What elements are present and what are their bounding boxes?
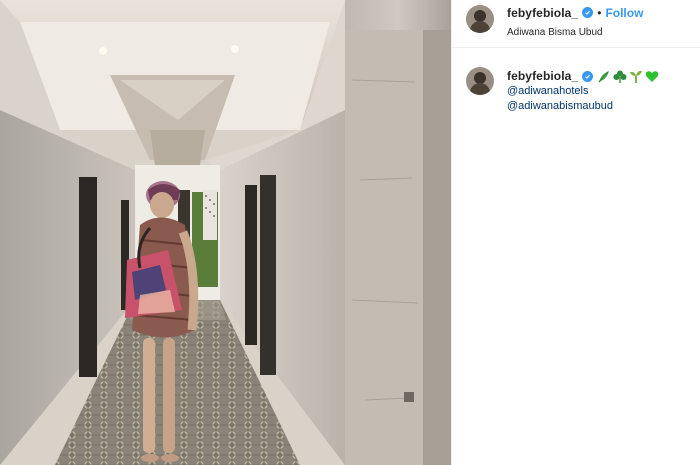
- follow-button[interactable]: Follow: [605, 6, 643, 20]
- green-heart-icon: [645, 71, 659, 82]
- caption-row: febyfebiola_: [507, 69, 659, 84]
- header-text: febyfebiola_ • Follow Adiwana Bisma Ubud: [507, 4, 643, 39]
- mention-link[interactable]: @adiwanahotels: [507, 84, 659, 99]
- verified-badge-icon: [582, 71, 594, 82]
- caption-comment: febyfebiola_ @adiwanahotels @adiwanabism…: [452, 48, 700, 114]
- shamrock-icon: [613, 70, 627, 83]
- caption-username-link[interactable]: febyfebiola_: [507, 69, 578, 84]
- seedling-icon: [630, 70, 643, 83]
- location-link[interactable]: Adiwana Bisma Ubud: [507, 27, 643, 38]
- hallway-photo: [0, 0, 451, 465]
- avatar[interactable]: [466, 5, 494, 33]
- post-header: febyfebiola_ • Follow Adiwana Bisma Ubud: [452, 0, 700, 48]
- herb-icon: [598, 71, 610, 83]
- caption-emojis: [597, 70, 659, 83]
- avatar[interactable]: [466, 67, 494, 95]
- username-link[interactable]: febyfebiola_: [507, 6, 578, 20]
- post-side-panel: febyfebiola_ • Follow Adiwana Bisma Ubud…: [451, 0, 700, 465]
- header-row: febyfebiola_ • Follow: [507, 5, 643, 20]
- verified-badge-icon: [582, 7, 594, 18]
- caption-body: febyfebiola_ @adiwanahotels @adiwanabism…: [507, 67, 659, 114]
- post-photo[interactable]: [0, 0, 451, 465]
- separator-dot: •: [597, 5, 602, 20]
- mention-link[interactable]: @adiwanabismaubud: [507, 99, 659, 114]
